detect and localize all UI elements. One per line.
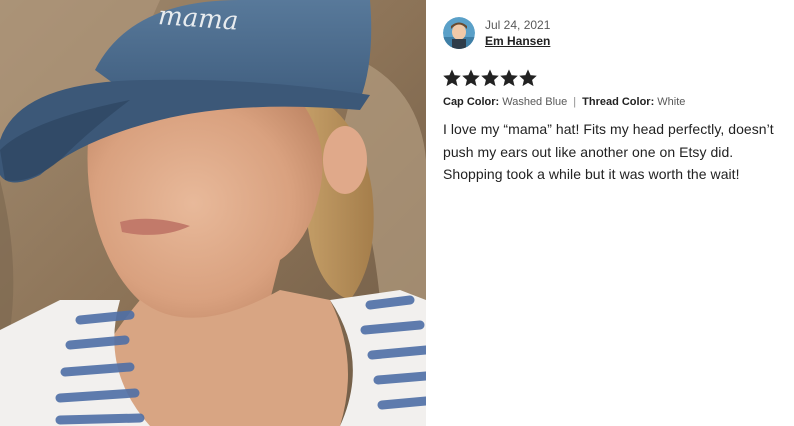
- variation-label: Cap Color:: [443, 96, 500, 108]
- review-details: Jul 24, 2021 Em Hansen Cap Color: Washed…: [426, 0, 794, 426]
- variation-label: Thread Color:: [582, 96, 655, 108]
- review-header: Jul 24, 2021 Em Hansen: [443, 17, 788, 49]
- reviewer-avatar[interactable]: [443, 17, 475, 49]
- review-text: I love my “mama” hat! Fits my head perfe…: [443, 121, 774, 182]
- variation-value: Washed Blue: [502, 96, 568, 108]
- star-icon: [481, 69, 499, 87]
- star-icon: [500, 69, 518, 87]
- reviewer-name-link[interactable]: Em Hansen: [485, 33, 550, 49]
- star-icon: [462, 69, 480, 87]
- user-avatar-icon: [443, 17, 475, 49]
- variation-value: White: [657, 96, 686, 108]
- star-icon: [519, 69, 537, 87]
- review-date: Jul 24, 2021: [485, 18, 551, 32]
- review-card: mama Jul 24, 2021 Em Hansen Cap Color: W…: [0, 0, 794, 426]
- variation-details: Cap Color: Washed Blue | Thread Color: W…: [443, 94, 788, 110]
- variation-separator: |: [573, 96, 577, 108]
- review-meta: Jul 24, 2021 Em Hansen: [485, 17, 550, 49]
- review-photo[interactable]: mama: [0, 0, 426, 426]
- review-photo-image: mama: [0, 0, 426, 426]
- hat-embroidery-text: mama: [157, 1, 239, 37]
- star-icon: [443, 69, 461, 87]
- star-rating: [443, 69, 788, 88]
